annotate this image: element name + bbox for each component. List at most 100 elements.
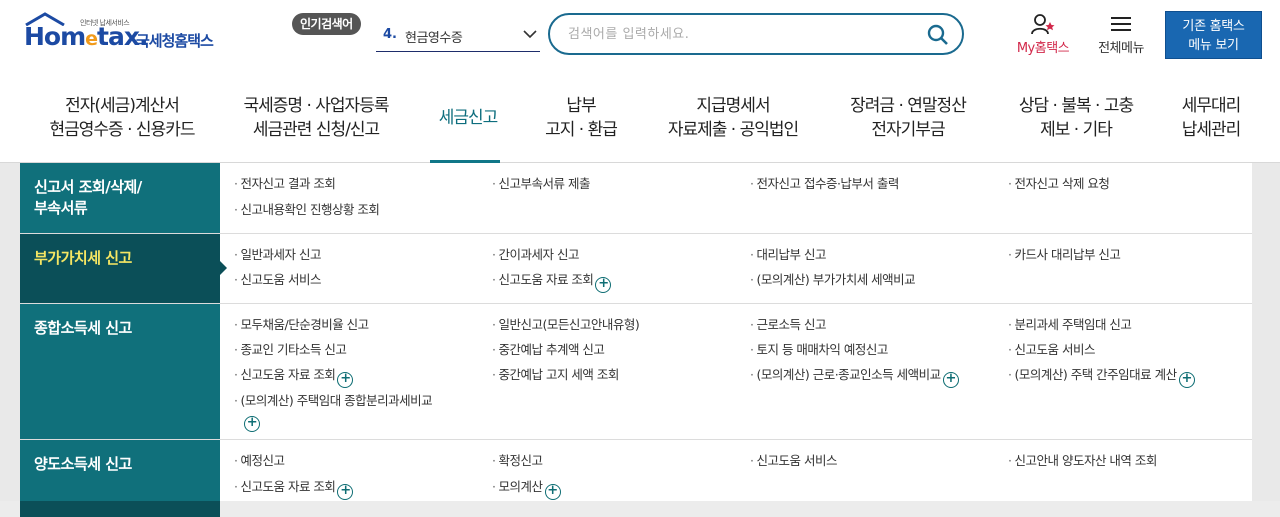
popular-search-badge: 인기검색어 — [292, 13, 361, 35]
submenu-link[interactable]: · 신고도움 자료 조회 + — [492, 271, 612, 293]
submenu-section-title[interactable]: 신고서 조회/삭제/ 부속서류 — [20, 163, 220, 233]
link-label: (모의계산) 주택 간주임대료 계산 — [1014, 367, 1177, 382]
nav-item-payment-statement[interactable]: 지급명세서 자료제출 · 공익법인 — [658, 94, 808, 142]
hamburger-icon — [1111, 17, 1131, 31]
submenu-link[interactable]: · (모의계산) 주택임대 종합분리과세비교 — [234, 392, 433, 410]
submenu-link[interactable]: · 중간예납 추계액 신고 — [492, 341, 605, 359]
all-menu-button[interactable]: 전체메뉴 — [1088, 13, 1154, 57]
nav-item-line2: 자료제출 · 공익법인 — [667, 120, 799, 140]
link-label: 신고도움 서비스 — [240, 272, 321, 287]
link-label: 근로소득 신고 — [756, 317, 826, 332]
old-menu-line2: 메뉴 보기 — [1188, 38, 1239, 53]
submenu-link[interactable]: · (모의계산) 근로·종교인소득 세액비교 + — [750, 366, 959, 388]
section-title-line1: 부가가치세 신고 — [34, 249, 132, 267]
submenu-panel: 신고서 조회/삭제/ 부속서류 · 전자신고 결과 조회 · 신고부속서류 제출 ·… — [20, 163, 1252, 517]
submenu-link[interactable]: · 중간예납 고지 세액 조회 — [492, 366, 619, 384]
submenu-link[interactable]: · 신고도움 자료 조회 + — [234, 366, 354, 388]
submenu-link[interactable]: · (모의계산) 주택 간주임대료 계산 + — [1008, 366, 1195, 388]
section-title-line1: 양도소득세 신고 — [34, 455, 132, 473]
link-label: 신고도움 자료 조회 — [498, 272, 594, 287]
submenu-link[interactable]: · 확정신고 — [492, 452, 543, 470]
submenu-link[interactable]: · 전자신고 삭제 요청 — [1008, 175, 1110, 193]
nav-item-incentive[interactable]: 장려금 · 연말정산 전자기부금 — [838, 94, 978, 142]
my-hometax-button[interactable]: My홈택스 — [1006, 13, 1080, 57]
submenu-link[interactable]: · 신고부속서류 제출 — [492, 175, 590, 193]
submenu-link-plus[interactable]: + — [242, 410, 260, 432]
link-label: 신고안내 양도자산 내역 조회 — [1014, 453, 1157, 468]
nav-item-line1: 지급명세서 — [696, 96, 770, 116]
popular-term: 현금영수증 — [405, 31, 463, 46]
link-label: 전자신고 접수증·납부서 출력 — [756, 176, 899, 191]
search-icon[interactable] — [926, 23, 950, 47]
search-input[interactable] — [568, 25, 908, 43]
submenu-link[interactable]: · 전자신고 접수증·납부서 출력 — [750, 175, 899, 193]
nav-item-payment[interactable]: 납부 고지 · 환급 — [536, 94, 626, 142]
link-label: 모두채움/단순경비율 신고 — [240, 317, 369, 332]
top-bar: 인터넷 납세서비스 Hometax. 국세청홈택스 인기검색어 4. 현금영수증… — [0, 0, 1280, 68]
link-label: 전자신고 삭제 요청 — [1014, 176, 1110, 191]
submenu-link[interactable]: · 근로소득 신고 — [750, 316, 826, 334]
plus-circle-icon[interactable]: + — [544, 484, 561, 500]
link-label: 예정신고 — [240, 453, 285, 468]
link-label: 분리과세 주택임대 신고 — [1014, 317, 1132, 332]
submenu-link[interactable]: · 신고도움 서비스 — [1008, 341, 1095, 359]
old-menu-button[interactable]: 기존 홈택스 메뉴 보기 — [1165, 11, 1262, 59]
submenu-link[interactable]: · 신고안내 양도자산 내역 조회 — [1008, 452, 1157, 470]
submenu-link[interactable]: · 신고내용확인 진행상황 조회 — [234, 201, 380, 219]
submenu-link[interactable]: · 토지 등 매매차익 예정신고 — [750, 341, 888, 359]
submenu-section-title[interactable]: 부가가치세 신고 — [20, 234, 227, 303]
nav-item-tax-agent[interactable]: 세무대리 납세관리 — [1176, 94, 1246, 142]
plus-circle-icon[interactable]: + — [337, 484, 354, 500]
plus-circle-icon[interactable]: + — [337, 372, 354, 388]
link-label: 중간예납 고지 세액 조회 — [498, 367, 619, 382]
plus-circle-icon[interactable]: + — [595, 277, 612, 293]
submenu-section: 신고서 조회/삭제/ 부속서류 · 전자신고 결과 조회 · 신고부속서류 제출 ·… — [20, 163, 1252, 234]
nav-item-line1: 납부 — [566, 96, 596, 116]
plus-circle-icon[interactable]: + — [244, 416, 260, 432]
link-label: (모의계산) 부가가치세 세액비교 — [756, 272, 916, 287]
logo-name: 국세청홈택스 — [136, 32, 214, 50]
popular-search-select[interactable]: 4. 현금영수증 — [376, 22, 540, 52]
old-menu-line1: 기존 홈택스 — [1182, 19, 1245, 34]
submenu-link[interactable]: · 카드사 대리납부 신고 — [1008, 246, 1121, 264]
plus-circle-icon[interactable]: + — [942, 372, 959, 388]
submenu-link[interactable]: · 모의계산 + — [492, 478, 561, 500]
nav-item-line2: 전자기부금 — [871, 120, 945, 140]
hometax-logo[interactable]: 인터넷 납세서비스 Hometax. 국세청홈택스 — [22, 12, 232, 56]
section-title-line1: 종합소득세 신고 — [34, 319, 132, 337]
active-pointer-icon — [220, 261, 227, 275]
link-label: 전자신고 결과 조회 — [240, 176, 336, 191]
submenu-link[interactable]: · 신고도움 서비스 — [234, 271, 321, 289]
link-label: 종교인 기타소득 신고 — [240, 342, 347, 357]
right-gutter — [1252, 163, 1280, 517]
link-label: 모의계산 — [498, 479, 543, 494]
submenu-link[interactable]: · 예정신고 — [234, 452, 285, 470]
nav-item-e-invoice[interactable]: 전자(세금)계산서 현금영수증 · 신용카드 — [42, 94, 202, 142]
link-label: 신고내용확인 진행상황 조회 — [240, 202, 380, 217]
nav-item-tax-filing[interactable]: 세금신고 — [430, 106, 500, 165]
link-label: 신고도움 자료 조회 — [240, 367, 336, 382]
all-menu-label: 전체메뉴 — [1098, 41, 1144, 56]
submenu-link[interactable]: · 일반과세자 신고 — [234, 246, 321, 264]
link-label: 대리납부 신고 — [756, 247, 826, 262]
submenu-link[interactable]: · 신고도움 자료 조회 + — [234, 478, 354, 500]
nav-item-consultation[interactable]: 상담 · 불복 · 고충 제보 · 기타 — [1008, 94, 1144, 142]
submenu-link[interactable]: · 종교인 기타소득 신고 — [234, 341, 347, 359]
submenu-link[interactable]: · 전자신고 결과 조회 — [234, 175, 336, 193]
submenu-link[interactable]: · 간이과세자 신고 — [492, 246, 579, 264]
main-nav: 전자(세금)계산서 현금영수증 · 신용카드 국세증명 · 사업자등록 세금관련… — [0, 68, 1280, 165]
plus-circle-icon[interactable]: + — [1178, 372, 1195, 388]
chevron-down-icon — [523, 30, 537, 39]
submenu-link[interactable]: · (모의계산) 부가가치세 세액비교 — [750, 271, 916, 289]
submenu-section-title[interactable]: 종합소득세 신고 — [20, 304, 220, 439]
nav-item-line1: 국세증명 · 사업자등록 — [243, 96, 390, 116]
submenu-link[interactable]: · 모두채움/단순경비율 신고 — [234, 316, 369, 334]
my-hometax-label: My홈택스 — [1016, 41, 1070, 56]
submenu-link[interactable]: · 일반신고(모든신고안내유형) — [492, 316, 640, 334]
link-label: 일반신고(모든신고안내유형) — [498, 317, 640, 332]
nav-item-certificate[interactable]: 국세증명 · 사업자등록 세금관련 신청/신고 — [228, 94, 404, 142]
submenu-link[interactable]: · 대리납부 신고 — [750, 246, 826, 264]
submenu-link[interactable]: · 분리과세 주택임대 신고 — [1008, 316, 1132, 334]
nav-item-line1: 세금신고 — [438, 108, 499, 128]
submenu-link[interactable]: · 신고도움 서비스 — [750, 452, 837, 470]
